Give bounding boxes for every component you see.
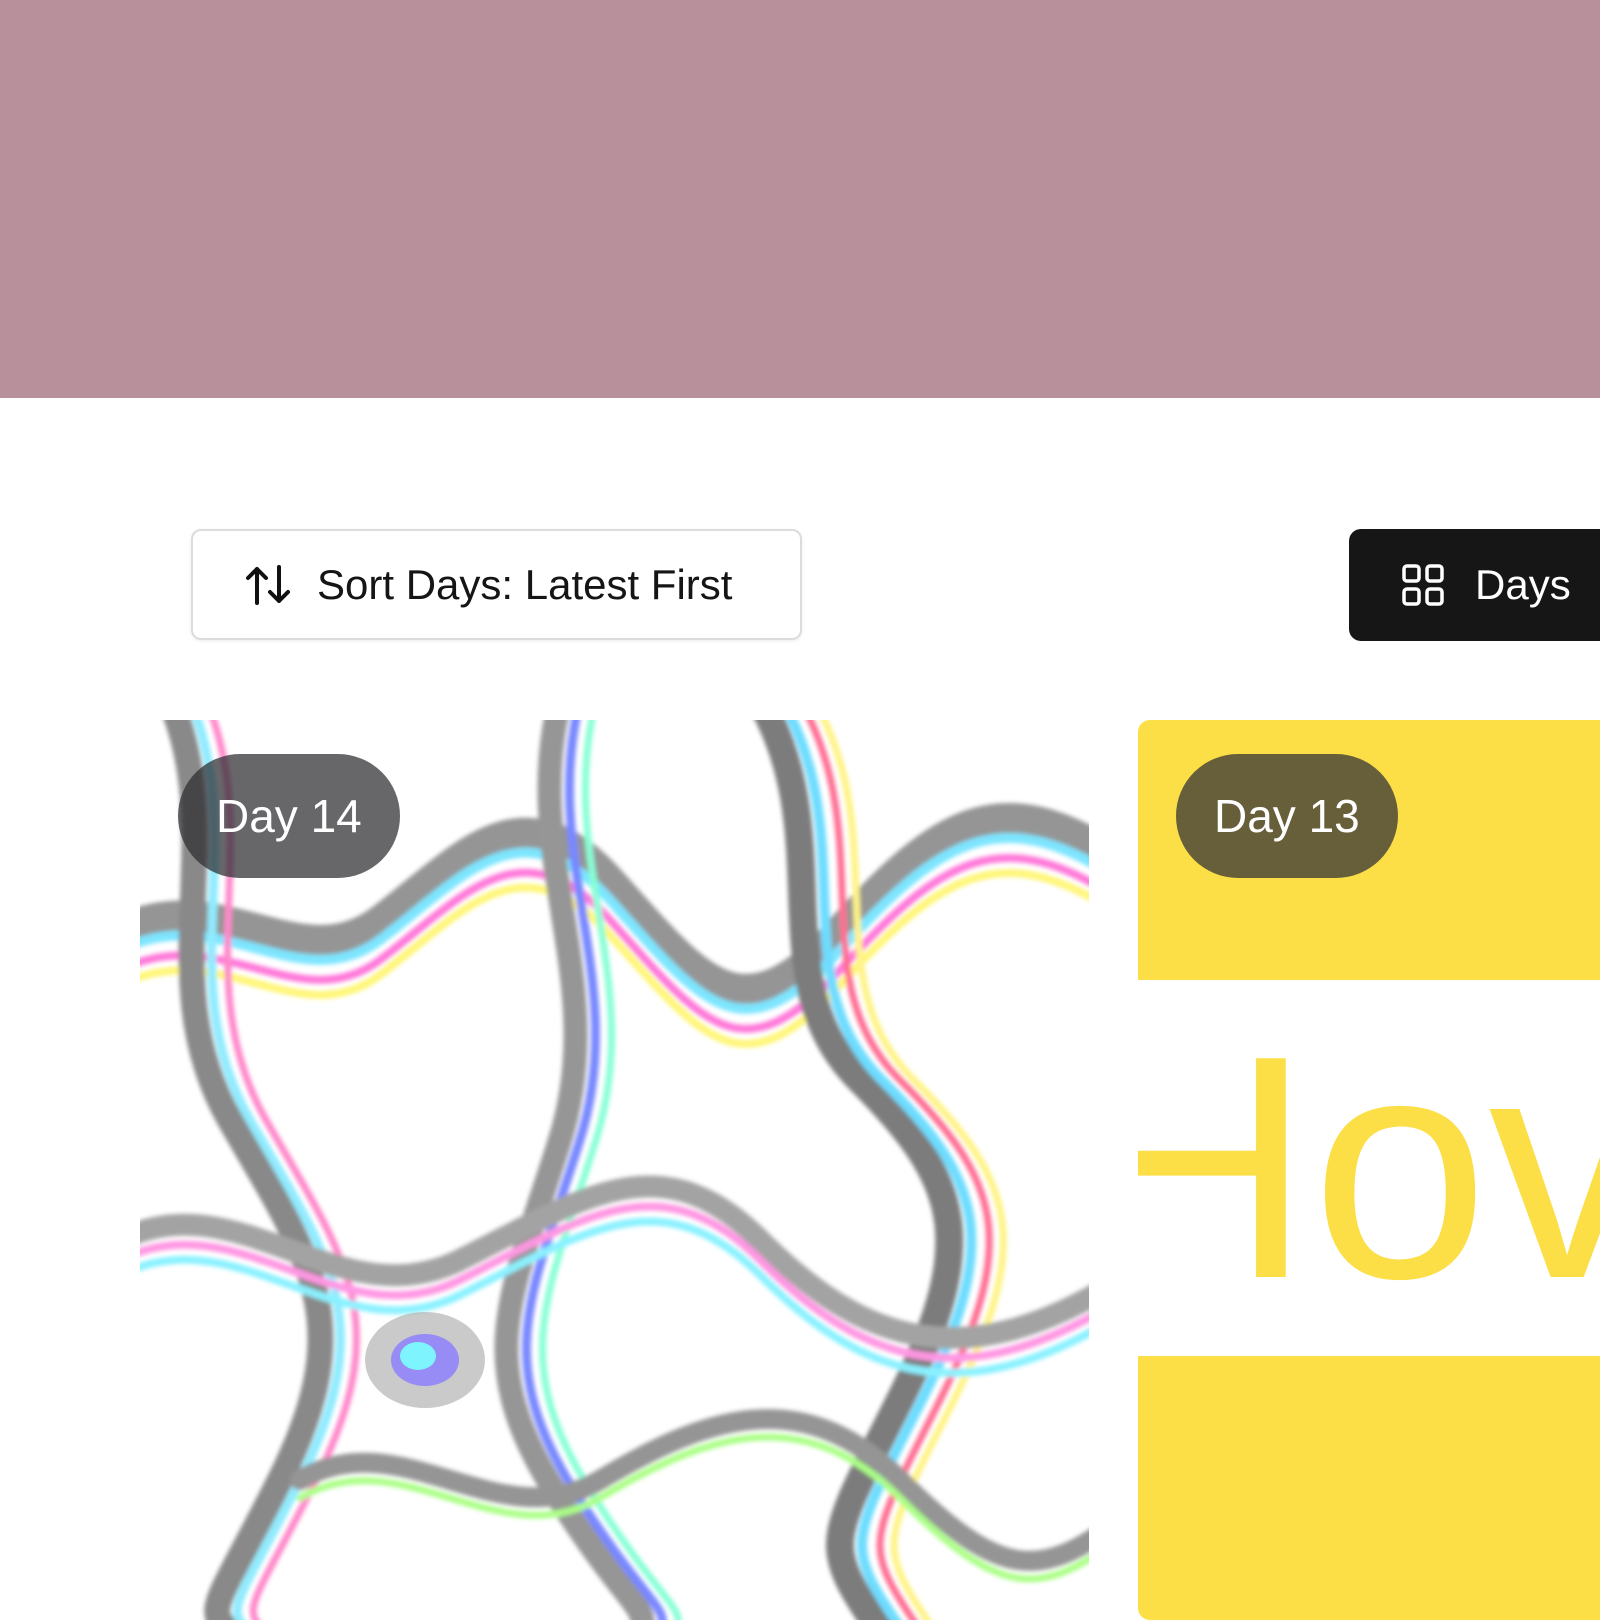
hover-graphic: Hove <box>1138 980 1600 1356</box>
days-view-label: Days <box>1475 561 1571 608</box>
day-card-14[interactable]: Day 14 <box>140 720 1089 1620</box>
day-card-13[interactable]: Day 13 Hove <box>1138 720 1600 1620</box>
sort-days-button[interactable]: Sort Days: Latest First <box>191 529 802 640</box>
day-badge: Day 14 <box>178 754 400 878</box>
day-badge: Day 13 <box>1176 754 1398 878</box>
hover-graphic-text: Hove <box>1138 990 1600 1345</box>
grid-icon <box>1401 563 1445 607</box>
hero-banner <box>0 0 1600 398</box>
sort-arrows-icon <box>245 563 291 607</box>
sort-days-label: Sort Days: Latest First <box>317 560 733 608</box>
days-view-button[interactable]: Days <box>1349 529 1600 641</box>
